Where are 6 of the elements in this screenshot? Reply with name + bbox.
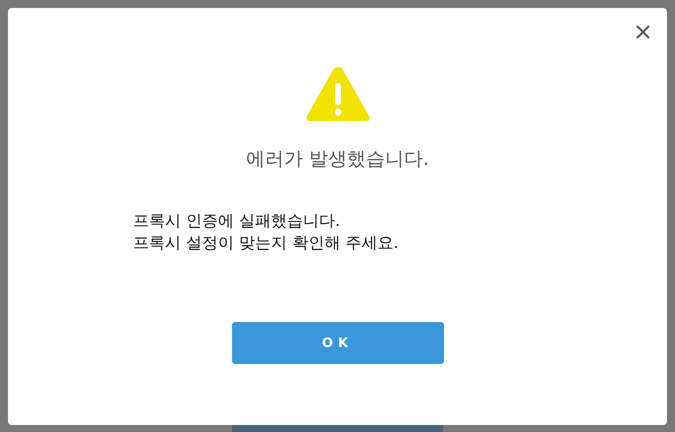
dialog-title: 에러가 발생했습니다. [246,147,430,172]
warning-icon [304,64,372,124]
ok-button[interactable]: OK [232,322,444,364]
close-icon [636,25,650,39]
message-text: 프록시 인증에 실패했습니다. [133,210,342,232]
message-text: 프록시 설정이 맞는지 확인해 주세요. [133,232,398,254]
